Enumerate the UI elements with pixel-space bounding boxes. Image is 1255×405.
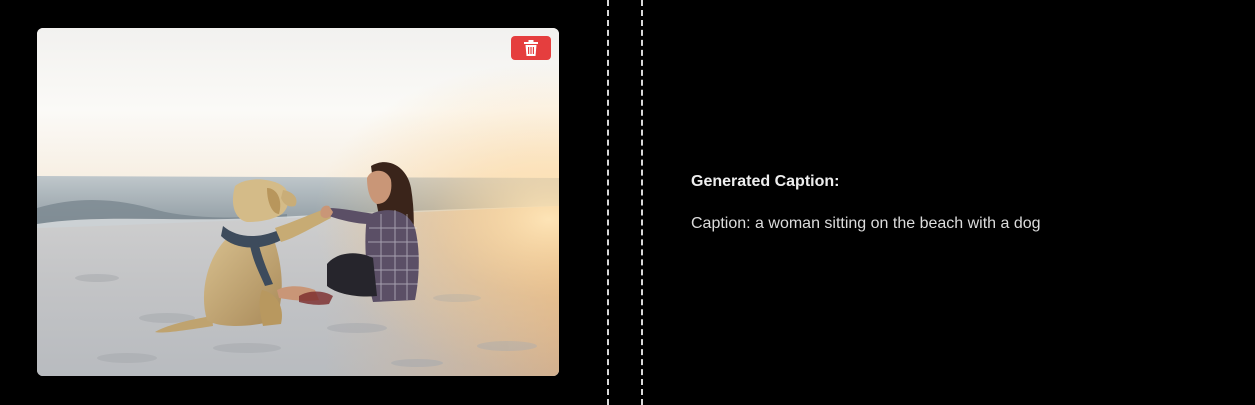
uploaded-photo	[37, 28, 559, 376]
caption-panel: Generated Caption: Caption: a woman sitt…	[691, 172, 1211, 234]
dashed-divider-right	[641, 0, 643, 405]
caption-heading: Generated Caption:	[691, 173, 840, 190]
trash-icon	[524, 40, 538, 56]
delete-image-button[interactable]	[511, 36, 551, 60]
uploaded-image-card	[37, 28, 559, 376]
dashed-divider-left	[607, 0, 609, 405]
caption-text: Caption: a woman sitting on the beach wi…	[691, 215, 1041, 232]
